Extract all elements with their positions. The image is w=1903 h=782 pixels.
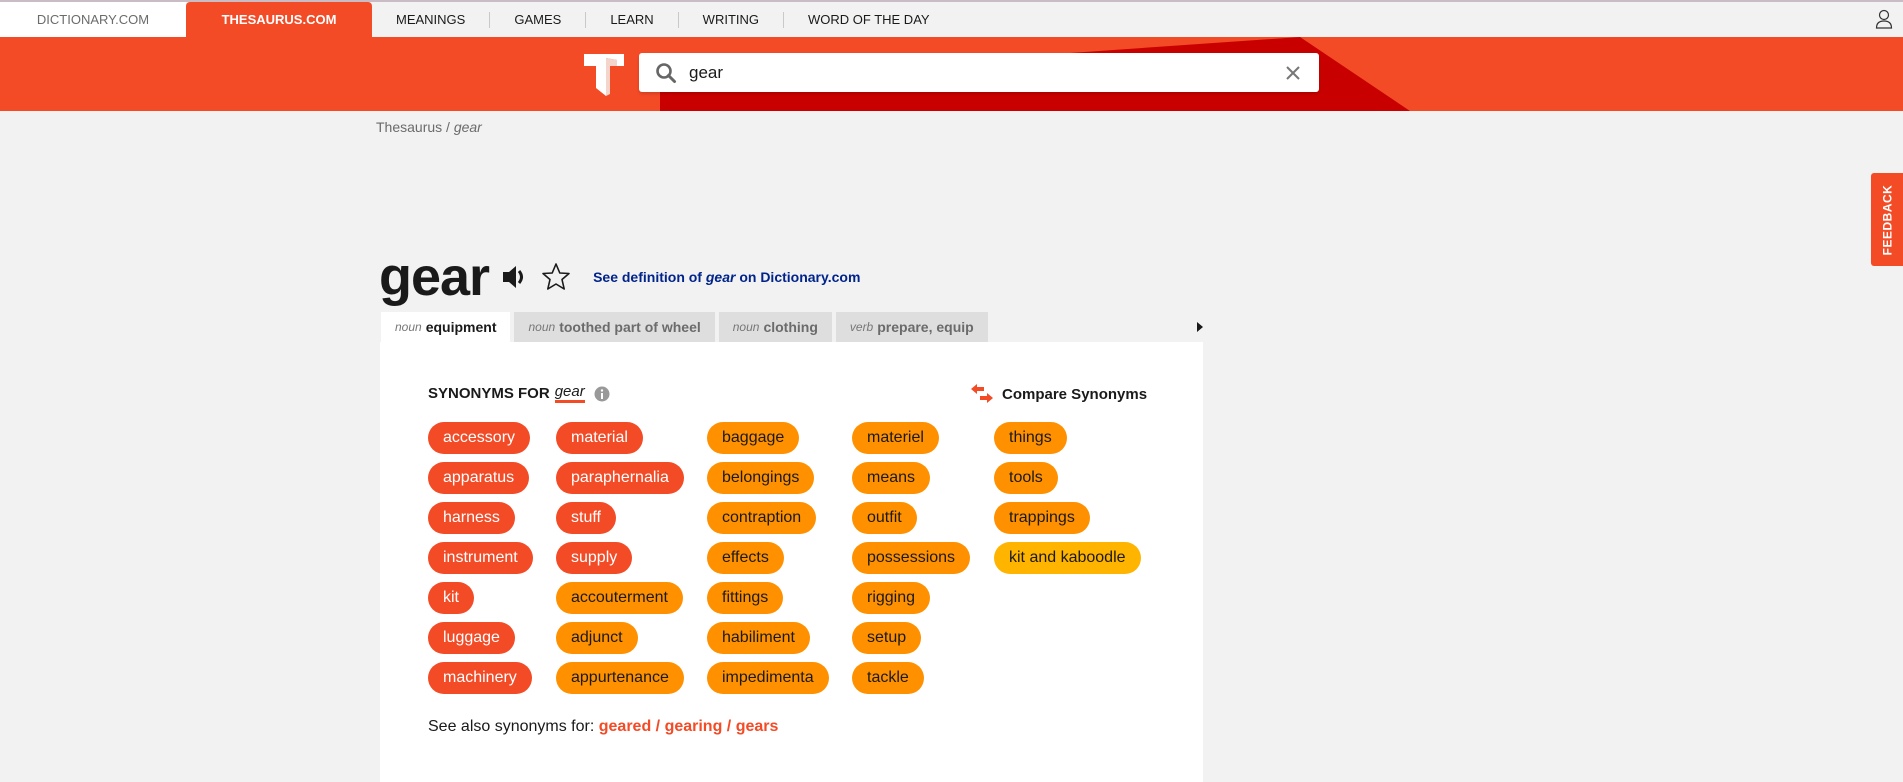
breadcrumb-root[interactable]: Thesaurus <box>376 119 442 135</box>
breadcrumb-separator: / <box>442 119 454 135</box>
tab-noun-equipment[interactable]: noun equipment <box>381 312 511 342</box>
synonym-chip[interactable]: means <box>852 462 931 494</box>
feedback-button[interactable]: FEEDBACK <box>1871 173 1903 266</box>
def-link-suffix: on Dictionary.com <box>735 269 861 285</box>
synonym-chip[interactable]: apparatus <box>428 462 530 494</box>
synonyms-heading: SYNONYMS FOR gear <box>428 384 610 403</box>
sense-tabs: noun equipment noun toothed part of wheel … <box>381 312 992 342</box>
tab-label: prepare, equip <box>877 319 974 335</box>
synonym-chip[interactable]: habiliment <box>707 622 810 654</box>
synonym-chip[interactable]: materiel <box>852 422 939 454</box>
page-title: gear <box>379 247 490 307</box>
speaker-icon[interactable] <box>501 264 529 290</box>
compare-synonyms-button[interactable]: Compare Synonyms <box>970 384 1147 404</box>
synonym-chip[interactable]: accouterment <box>556 582 683 614</box>
tab-noun-toothed-part-of-wheel[interactable]: noun toothed part of wheel <box>514 312 715 342</box>
synonym-chip[interactable]: supply <box>556 542 633 574</box>
synonyms-card: SYNONYMS FOR gear Compare Synonyms acces… <box>380 342 1203 782</box>
tab-pos: noun <box>528 320 556 334</box>
see-also-separator: / <box>722 718 736 735</box>
user-icon[interactable] <box>1875 9 1893 29</box>
tab-pos: noun <box>395 320 422 334</box>
info-icon[interactable] <box>594 386 610 402</box>
tab-label: clothing <box>763 319 818 335</box>
dictionary-site-tab[interactable]: DICTIONARY.COM <box>0 2 186 37</box>
synonym-chip[interactable]: effects <box>707 542 784 574</box>
search-input[interactable] <box>689 62 1283 83</box>
synonym-chip[interactable]: contraption <box>707 502 817 534</box>
compare-arrows-icon <box>971 384 993 403</box>
synonym-chip[interactable]: tackle <box>852 662 924 694</box>
synonym-chip[interactable]: setup <box>852 622 922 654</box>
see-also-link-gearing[interactable]: gearing <box>665 718 723 735</box>
synonym-column: materiel means outfit possessions rigging set… <box>852 422 994 702</box>
nav-meanings[interactable]: MEANINGS <box>372 11 491 28</box>
synonym-chip[interactable]: kit and kaboodle <box>994 542 1141 574</box>
tab-pos: verb <box>849 320 874 334</box>
nav-writing[interactable]: WRITING <box>679 11 784 28</box>
synonym-chip[interactable]: tools <box>994 462 1058 494</box>
compare-synonyms-label: Compare Synonyms <box>1002 385 1148 403</box>
synonym-chip[interactable]: belongings <box>707 462 815 494</box>
synonym-chip[interactable]: machinery <box>428 662 532 694</box>
synonym-column: material paraphernalia stuff supply accouter… <box>556 422 707 702</box>
thesaurus-site-tab[interactable]: THESAURUS.COM <box>186 2 372 37</box>
breadcrumb-current: gear <box>453 119 482 135</box>
entry-title-row: gear See definition of gear on Dictionar… <box>379 246 860 308</box>
feedback-label: FEEDBACK <box>1880 184 1895 255</box>
synonym-chip[interactable]: trappings <box>994 502 1090 534</box>
tab-noun-clothing[interactable]: noun clothing <box>718 312 832 342</box>
synonym-column: things tools trappings kit and kaboodle <box>994 422 1141 702</box>
top-bar: DICTIONARY.COM THESAURUS.COM MEANINGS GA… <box>0 0 1903 37</box>
tab-label: toothed part of wheel <box>559 319 701 335</box>
synonym-chip[interactable]: luggage <box>428 622 515 654</box>
synonym-chip[interactable]: paraphernalia <box>556 462 684 494</box>
nav-learn[interactable]: LEARN <box>586 11 679 28</box>
nav-games[interactable]: GAMES <box>490 11 587 28</box>
see-also-link-gears[interactable]: gears <box>736 718 779 735</box>
synonyms-heading-word: gear <box>554 384 585 403</box>
close-icon[interactable] <box>1283 63 1303 83</box>
def-link-word: gear <box>705 269 736 285</box>
synonym-chip[interactable]: fittings <box>707 582 784 614</box>
synonym-chip[interactable]: adjunct <box>556 622 638 654</box>
header-band <box>0 37 1903 111</box>
breadcrumb: Thesaurus / gear <box>376 119 482 135</box>
see-also-link-geared[interactable]: geared <box>599 718 651 735</box>
synonym-chip[interactable]: appurtenance <box>556 662 684 694</box>
synonym-chip[interactable]: instrument <box>428 542 533 574</box>
see-definition-link[interactable]: See definition of gear on Dictionary.com <box>593 269 860 285</box>
see-also-row: See also synonyms for: geared / gearing … <box>428 718 778 736</box>
tabs-fade <box>1130 312 1200 342</box>
search-icon[interactable] <box>655 62 677 84</box>
synonym-chip[interactable]: harness <box>428 502 515 534</box>
search-box <box>639 53 1319 92</box>
synonym-chip[interactable]: material <box>556 422 643 454</box>
synonym-chip[interactable]: stuff <box>556 502 616 534</box>
synonym-column: accessory apparatus harness instrument kit lu… <box>428 422 556 702</box>
synonym-chip[interactable]: rigging <box>852 582 931 614</box>
nav-word-of-the-day[interactable]: WORD OF THE DAY <box>784 12 954 28</box>
tab-verb-prepare-equip[interactable]: verb prepare, equip <box>835 312 988 342</box>
see-also-label: See also synonyms for: <box>428 718 599 735</box>
def-link-prefix: See definition of <box>593 269 706 285</box>
star-icon[interactable] <box>541 262 571 292</box>
synonym-chip[interactable]: impedimenta <box>707 662 829 694</box>
synonym-chip[interactable]: kit <box>428 582 474 614</box>
see-also-separator: / <box>651 718 665 735</box>
synonym-chip[interactable]: possessions <box>852 542 971 574</box>
synonym-chip[interactable]: things <box>994 422 1067 454</box>
synonyms-heading-label: SYNONYMS FOR <box>428 385 550 402</box>
thesaurus-logo-icon[interactable] <box>584 54 624 96</box>
tabs-scroll-right-icon[interactable] <box>1196 321 1204 333</box>
synonyms-grid: accessory apparatus harness instrument kit lu… <box>428 422 1141 702</box>
synonym-chip[interactable]: accessory <box>428 422 531 454</box>
tab-pos: noun <box>732 320 760 334</box>
top-nav: MEANINGS GAMES LEARN WRITING WORD OF THE… <box>372 2 954 37</box>
synonym-chip[interactable]: baggage <box>707 422 800 454</box>
synonym-column: baggage belongings contraption effects fitti… <box>707 422 852 702</box>
tab-label: equipment <box>425 319 497 335</box>
synonym-chip[interactable]: outfit <box>852 502 917 534</box>
